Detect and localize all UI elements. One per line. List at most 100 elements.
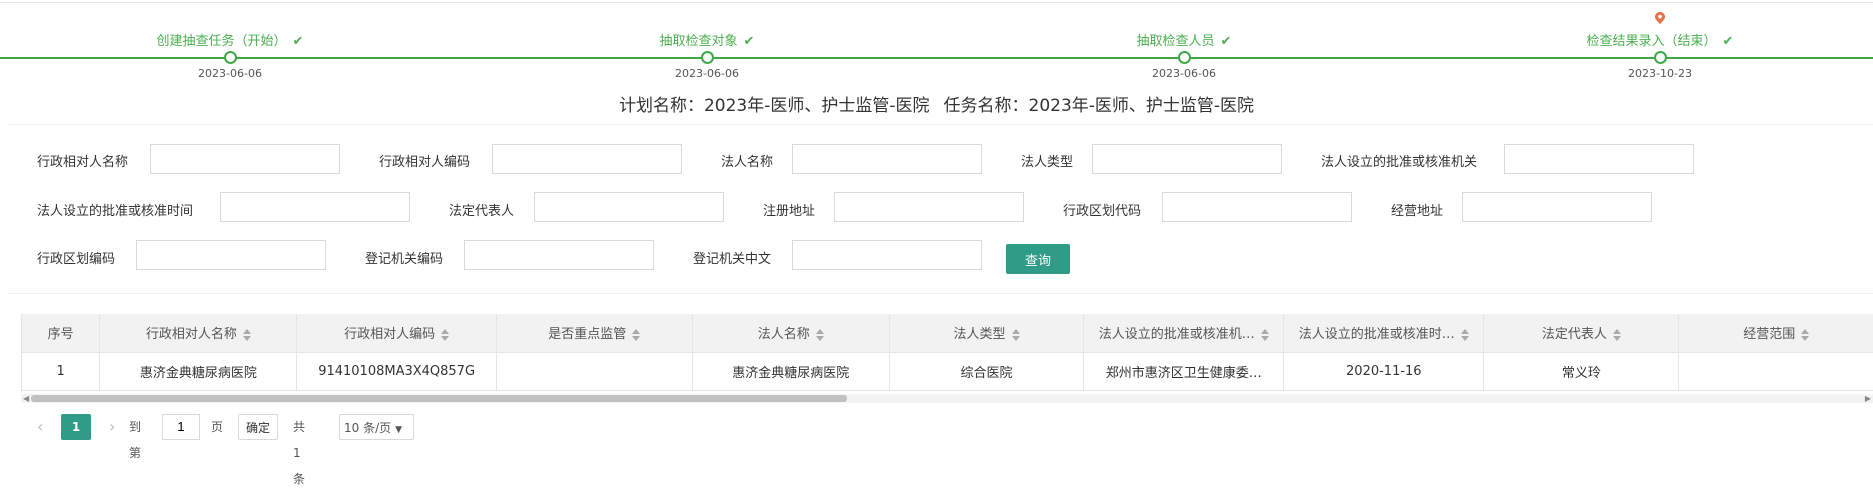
- label-reg-address: 注册地址: [763, 204, 816, 219]
- step-date: 2023-06-06: [198, 67, 262, 80]
- label-admin-name: 行政相对人名称: [37, 155, 129, 170]
- check-icon: ✔: [292, 34, 304, 49]
- cell-legal-rep: 常义玲: [1483, 352, 1680, 391]
- step-dot: [701, 51, 714, 64]
- cell-key-supervision: [496, 352, 693, 391]
- label-region-number: 行政区划编码: [37, 252, 116, 267]
- step-date: 2023-06-06: [675, 67, 739, 80]
- region-number-input[interactable]: [136, 240, 326, 270]
- sort-icon[interactable]: [441, 328, 450, 341]
- label-approval-time: 法人设立的批准或核准时间: [37, 204, 194, 219]
- reg-org-name-input[interactable]: [792, 240, 982, 270]
- label-biz-address: 经营地址: [1391, 204, 1444, 219]
- label-region-code: 行政区划代码: [1063, 204, 1142, 219]
- check-icon: ✔: [1220, 34, 1232, 49]
- sort-icon[interactable]: [1612, 328, 1621, 341]
- step-result-entry: 检查结果录入（结束） ✔ 2023-10-23: [1510, 0, 1810, 90]
- cell-index: 1: [22, 352, 101, 391]
- col-header-key-supervision[interactable]: 是否重点监管: [496, 314, 693, 353]
- sort-icon[interactable]: [1460, 328, 1469, 341]
- step-dot: [1654, 51, 1667, 64]
- step-label: 抽取检查对象: [659, 34, 738, 49]
- next-page-icon[interactable]: ›: [109, 414, 115, 440]
- step-draw-objects: 抽取检查对象 ✔ 2023-06-06: [557, 0, 857, 90]
- col-header-biz-scope[interactable]: 经营范围: [1678, 314, 1873, 353]
- check-icon: ✔: [743, 34, 755, 49]
- goto-page-input[interactable]: [162, 414, 200, 440]
- biz-address-input[interactable]: [1462, 192, 1652, 222]
- page-size-value: 10 条/页: [344, 421, 392, 435]
- approval-time-input[interactable]: [220, 192, 410, 222]
- query-button[interactable]: 查询: [1006, 244, 1070, 274]
- horizontal-scrollbar[interactable]: ◀ ▶: [21, 394, 1873, 403]
- sort-icon[interactable]: [815, 328, 824, 341]
- location-pin-icon: [1655, 12, 1665, 24]
- scroll-left-arrow-icon[interactable]: ◀: [23, 394, 29, 403]
- sort-icon[interactable]: [242, 328, 251, 341]
- sort-icon[interactable]: [1011, 328, 1020, 341]
- plan-name: 计划名称：2023年-医师、护士监管-医院: [618, 96, 930, 116]
- admin-name-input[interactable]: [150, 144, 340, 174]
- step-label: 检查结果录入（结束）: [1586, 34, 1717, 49]
- chevron-down-icon: ▼: [395, 425, 403, 435]
- col-header-admin-name[interactable]: 行政相对人名称: [99, 314, 298, 353]
- step-dot: [1178, 51, 1191, 64]
- scrollbar-thumb[interactable]: [31, 395, 847, 402]
- label-reg-org-name: 登记机关中文: [693, 252, 772, 267]
- legal-name-input[interactable]: [792, 144, 982, 174]
- col-header-legal-type[interactable]: 法人类型: [889, 314, 1085, 353]
- reg-address-input[interactable]: [834, 192, 1024, 222]
- admin-code-input[interactable]: [492, 144, 682, 174]
- step-label: 创建抽查任务（开始）: [156, 34, 287, 49]
- progress-timeline: 创建抽查任务（开始） ✔ 2023-06-06 抽取检查对象 ✔ 2023-06-0…: [0, 0, 1873, 92]
- cell-approval-time: 2020-11-16: [1283, 352, 1485, 391]
- step-dot: [224, 51, 237, 64]
- label-legal-rep: 法定代表人: [449, 204, 515, 219]
- cell-biz-scope: [1678, 352, 1873, 391]
- label-approval-authority: 法人设立的批准或核准机关: [1321, 155, 1478, 170]
- cell-legal-name: 惠济金典糖尿病医院: [692, 352, 890, 391]
- page-number-current[interactable]: 1: [61, 414, 91, 440]
- col-header-legal-name[interactable]: 法人名称: [692, 314, 890, 353]
- reg-org-code-input[interactable]: [464, 240, 654, 270]
- label-admin-code: 行政相对人编码: [379, 155, 471, 170]
- total-count: 共 1 条: [293, 420, 306, 486]
- prev-page-icon[interactable]: ‹: [37, 414, 43, 440]
- page-size-select[interactable]: 10 条/页 ▼: [339, 414, 414, 440]
- step-date: 2023-06-06: [1152, 67, 1216, 80]
- label-reg-org-code: 登记机关编码: [365, 252, 444, 267]
- sort-icon[interactable]: [632, 328, 641, 341]
- cell-admin-code: 91410108MA3X4Q857G: [296, 352, 497, 391]
- plan-title: 计划名称：2023年-医师、护士监管-医院 任务名称：2023年-医师、护士监管-…: [0, 91, 1873, 116]
- task-name: 任务名称：2023年-医师、护士监管-医院: [943, 96, 1255, 116]
- approval-authority-input[interactable]: [1504, 144, 1694, 174]
- page-unit-label: 页: [211, 420, 224, 434]
- scroll-right-arrow-icon[interactable]: ▶: [1865, 394, 1871, 403]
- legal-rep-input[interactable]: [534, 192, 724, 222]
- col-header-index: 序号: [22, 314, 101, 353]
- cell-approval-authority: 郑州市惠济区卫生健康委…: [1083, 352, 1285, 391]
- table-header-row: 序号 行政相对人名称 行政相对人编码 是否重点监管 法人名称 法人类型 法人设立…: [22, 314, 1873, 353]
- cell-legal-type: 综合医院: [889, 352, 1085, 391]
- step-create-task: 创建抽查任务（开始） ✔ 2023-06-06: [80, 0, 380, 90]
- results-table-container: 序号 行政相对人名称 行政相对人编码 是否重点监管 法人名称 法人类型 法人设立…: [21, 314, 1873, 393]
- label-legal-type: 法人类型: [1021, 155, 1074, 170]
- table-row[interactable]: 1 惠济金典糖尿病医院 91410108MA3X4Q857G 惠济金典糖尿病医院…: [22, 352, 1873, 391]
- results-table: 序号 行政相对人名称 行政相对人编码 是否重点监管 法人名称 法人类型 法人设立…: [22, 314, 1873, 391]
- step-draw-inspectors: 抽取检查人员 ✔ 2023-06-06: [1034, 0, 1334, 90]
- label-legal-name: 法人名称: [721, 155, 774, 170]
- cell-admin-name: 惠济金典糖尿病医院: [99, 352, 298, 391]
- col-header-approval-authority[interactable]: 法人设立的批准或核准机…: [1083, 314, 1285, 353]
- sort-icon[interactable]: [1801, 328, 1810, 341]
- confirm-goto-button[interactable]: 确定: [238, 414, 278, 440]
- legal-type-input[interactable]: [1092, 144, 1282, 174]
- col-header-approval-time[interactable]: 法人设立的批准或核准时…: [1283, 314, 1485, 353]
- check-icon: ✔: [1722, 34, 1734, 49]
- sort-icon[interactable]: [1260, 328, 1269, 341]
- region-code-input[interactable]: [1162, 192, 1352, 222]
- col-header-admin-code[interactable]: 行政相对人编码: [296, 314, 497, 353]
- step-date: 2023-10-23: [1628, 67, 1692, 80]
- step-label: 抽取检查人员: [1136, 34, 1215, 49]
- col-header-legal-rep[interactable]: 法定代表人: [1483, 314, 1680, 353]
- goto-label: 到第: [129, 420, 142, 460]
